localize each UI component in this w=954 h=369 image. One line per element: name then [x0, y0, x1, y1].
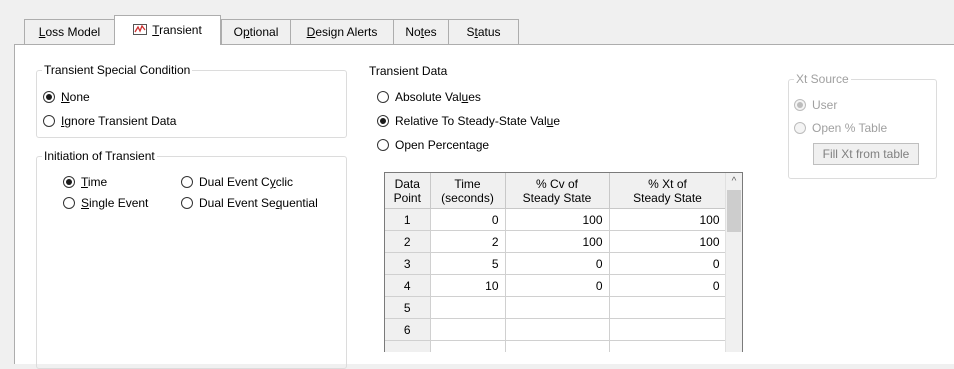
cv-cell[interactable]: [504, 340, 610, 352]
cv-cell[interactable]: [504, 296, 610, 319]
initiation-title: Initiation of Transient: [44, 149, 155, 163]
tab-transient[interactable]: Transient: [114, 15, 221, 45]
table-row: 3 5 0 0: [385, 252, 727, 275]
row-header[interactable]: 4: [385, 274, 431, 297]
grid-vertical-scrollbar[interactable]: ^: [725, 173, 742, 352]
radio-dual-event-sequential[interactable]: Dual Event Sequential: [181, 195, 318, 211]
radio-dual-event-cyclic[interactable]: Dual Event Cyclic: [181, 174, 293, 190]
radio-dot: [794, 99, 806, 111]
table-row: 4 10 0 0: [385, 274, 727, 297]
time-cell[interactable]: [429, 296, 506, 319]
tab-status[interactable]: Status: [448, 19, 519, 44]
special-condition-title: Transient Special Condition: [44, 63, 191, 77]
grid-table: Data Point Time (seconds) % Cv of Steady St…: [385, 173, 727, 352]
radio-xt-user[interactable]: User: [794, 97, 837, 113]
row-header[interactable]: 2: [385, 230, 431, 253]
xt-source-title: Xt Source: [796, 72, 849, 86]
radio-absolute-values[interactable]: Absolute Values: [377, 89, 481, 105]
transient-data-grid[interactable]: Data Point Time (seconds) % Cv of Steady St…: [384, 172, 743, 352]
tab-notes[interactable]: Notes: [393, 19, 449, 44]
header-cv-percent[interactable]: % Cv of Steady State: [504, 173, 610, 209]
xt-cell[interactable]: [608, 318, 727, 341]
xt-cell[interactable]: 0: [608, 274, 727, 297]
tab-design-alerts[interactable]: Design Alerts: [290, 19, 394, 44]
cv-cell[interactable]: [504, 318, 610, 341]
tab-optional[interactable]: Optional: [221, 19, 291, 44]
time-cell[interactable]: 2: [429, 230, 506, 253]
row-header[interactable]: [385, 340, 431, 352]
transient-chart-icon: [133, 17, 148, 35]
cv-cell[interactable]: 0: [504, 274, 610, 297]
radio-dot: [43, 115, 55, 127]
radio-single-event[interactable]: Single Event: [63, 195, 148, 211]
xt-cell[interactable]: 100: [608, 208, 727, 231]
cv-cell[interactable]: 0: [504, 252, 610, 275]
scroll-up-arrow-icon[interactable]: ^: [726, 173, 742, 190]
row-header[interactable]: 1: [385, 208, 431, 231]
transient-data-title: Transient Data: [369, 64, 448, 78]
radio-open-percentage[interactable]: Open Percentage: [377, 137, 489, 153]
time-cell[interactable]: [429, 318, 506, 341]
row-header[interactable]: 6: [385, 318, 431, 341]
row-header[interactable]: 3: [385, 252, 431, 275]
radio-dot: [377, 91, 389, 103]
tab-loss-model[interactable]: Loss Model: [24, 19, 115, 44]
row-header[interactable]: 5: [385, 296, 431, 319]
table-row: 2 2 100 100: [385, 230, 727, 253]
radio-relative-to-steady-state[interactable]: Relative To Steady-State Value: [377, 113, 560, 129]
xt-cell[interactable]: [608, 340, 727, 352]
time-cell[interactable]: 10: [429, 274, 506, 297]
radio-time[interactable]: Time: [63, 174, 107, 190]
xt-cell[interactable]: 0: [608, 252, 727, 275]
radio-dot: [794, 122, 806, 134]
radio-dot: [63, 176, 75, 188]
table-row: 1 0 100 100: [385, 208, 727, 231]
cv-cell[interactable]: 100: [504, 230, 610, 253]
table-row: 5: [385, 296, 727, 319]
cv-cell[interactable]: 100: [504, 208, 610, 231]
xt-cell[interactable]: 100: [608, 230, 727, 253]
time-cell[interactable]: 5: [429, 252, 506, 275]
grid-header-row: Data Point Time (seconds) % Cv of Steady St…: [385, 173, 727, 209]
radio-dot: [181, 197, 193, 209]
table-row: 6: [385, 318, 727, 341]
radio-xt-open-table[interactable]: Open % Table: [794, 120, 887, 136]
radio-dot: [377, 115, 389, 127]
fill-xt-from-table-button[interactable]: Fill Xt from table: [813, 143, 919, 165]
time-cell[interactable]: [429, 340, 506, 352]
radio-dot: [377, 139, 389, 151]
table-row: [385, 340, 727, 352]
time-cell[interactable]: 0: [429, 208, 506, 231]
header-xt-percent[interactable]: % Xt of Steady State: [608, 173, 727, 209]
scrollbar-thumb[interactable]: [727, 190, 741, 232]
radio-none[interactable]: None: [43, 89, 90, 105]
radio-dot: [43, 91, 55, 103]
header-time[interactable]: Time (seconds): [429, 173, 506, 209]
radio-ignore-transient-data[interactable]: Ignore Transient Data: [43, 113, 176, 129]
radio-dot: [181, 176, 193, 188]
radio-dot: [63, 197, 75, 209]
xt-cell[interactable]: [608, 296, 727, 319]
header-data-point[interactable]: Data Point: [385, 173, 431, 209]
